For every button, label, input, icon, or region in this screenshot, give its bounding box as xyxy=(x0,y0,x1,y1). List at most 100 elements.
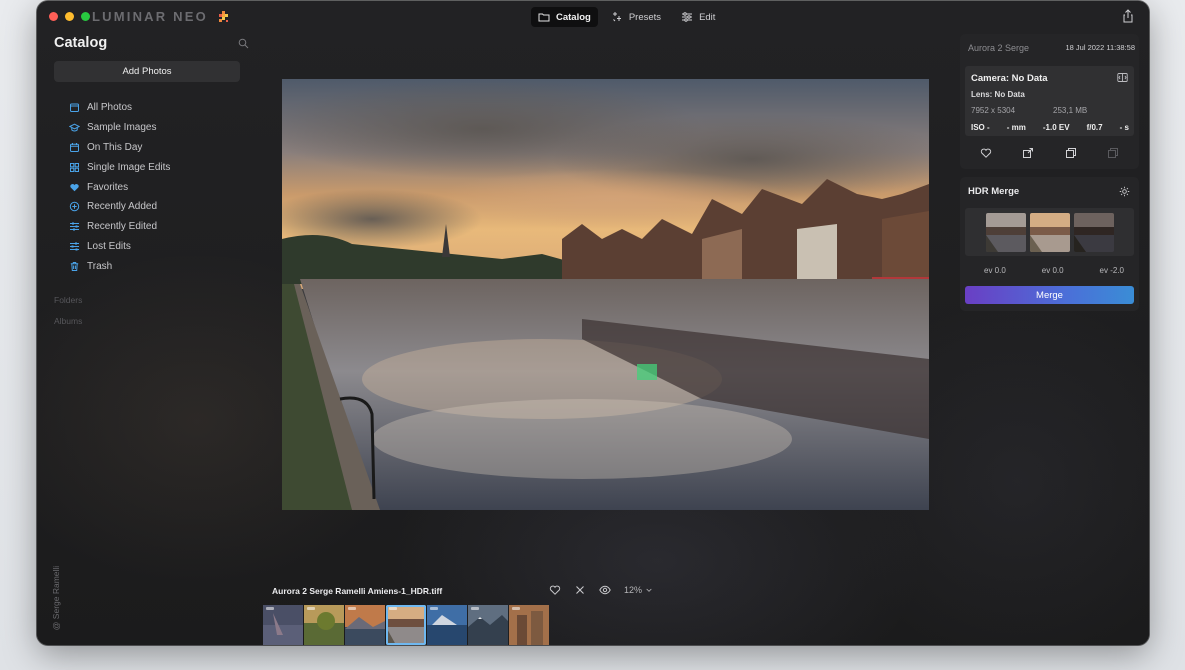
mode-tabs: Catalog Presets Edit xyxy=(531,7,722,27)
catalog-nav: All Photos Sample Images On This Day Sin… xyxy=(69,98,170,276)
export-icon[interactable] xyxy=(1022,147,1034,159)
heart-outline-icon[interactable] xyxy=(549,584,561,596)
sidebar-item-label: Recently Edited xyxy=(87,221,158,233)
gear-icon[interactable] xyxy=(1119,186,1130,197)
image-info-card: Aurora 2 Serge 18 Jul 2022 11:38:58 Came… xyxy=(960,34,1139,169)
reject-x-icon[interactable] xyxy=(574,584,586,596)
filmstrip xyxy=(263,605,549,645)
filmstrip-actions: 12% xyxy=(549,584,653,596)
info-header: Aurora 2 Serge 18 Jul 2022 11:38:58 xyxy=(968,43,1135,53)
heart-outline-icon[interactable] xyxy=(980,147,992,159)
info-actions xyxy=(965,147,1134,159)
close-window-button[interactable] xyxy=(49,12,58,21)
window-controls xyxy=(49,12,90,21)
sidebar-item-label: All Photos xyxy=(87,102,133,114)
graduation-cap-icon xyxy=(69,122,80,133)
chevron-down-icon xyxy=(646,588,652,592)
sliders-icon xyxy=(69,241,80,252)
sidebar-item-favorites[interactable]: Favorites xyxy=(69,177,170,197)
share-icon[interactable] xyxy=(1121,9,1135,23)
tab-catalog-label: Catalog xyxy=(556,11,591,23)
image-author: Aurora 2 Serge xyxy=(968,43,1030,53)
filmstrip-thumbnail[interactable] xyxy=(468,605,508,645)
main-photo-canvas[interactable] xyxy=(282,79,929,510)
hdr-bracket-thumbnails xyxy=(965,208,1134,256)
thumbnail-badge xyxy=(512,607,520,610)
sidebar-item-label: Recently Added xyxy=(87,201,158,213)
hdr-thumbnail[interactable] xyxy=(1073,212,1114,252)
filmstrip-thumbnail[interactable] xyxy=(304,605,344,645)
tab-edit-label: Edit xyxy=(699,11,716,23)
heart-icon xyxy=(69,182,80,193)
sidebar-item-label: Sample Images xyxy=(87,122,157,134)
hdr-thumbnail[interactable] xyxy=(1029,212,1070,252)
trash-icon xyxy=(69,261,80,272)
sliders-icon xyxy=(69,221,80,232)
app-name: LUMINAR NEO xyxy=(92,9,208,24)
thumbnail-badge xyxy=(307,607,315,610)
tab-presets-label: Presets xyxy=(628,11,662,23)
hdr-merge-card: HDR Merge ev 0.0 ev 0.0 ev -2.0 Merge xyxy=(960,177,1139,311)
duplicate-icon[interactable] xyxy=(1065,147,1077,159)
sidebar-item-trash[interactable]: Trash xyxy=(69,256,170,276)
sidebar-item-label: Single Image Edits xyxy=(87,161,171,173)
ev-value: ev -2.0 xyxy=(1099,266,1124,275)
sidebar-item-label: Favorites xyxy=(87,181,129,193)
minimize-window-button[interactable] xyxy=(65,12,74,21)
current-filename: Aurora 2 Serge Ramelli Amiens-1_HDR.tiff xyxy=(272,586,443,596)
photo-credit-text: @ Serge Ramelli xyxy=(51,565,61,631)
merge-button[interactable]: Merge xyxy=(965,286,1134,304)
ev-value: ev 0.0 xyxy=(984,266,1006,275)
app-window: LUMINAR NEO Catalog Presets Edit Catalog… xyxy=(37,1,1149,645)
sidebar-item-recently-edited[interactable]: Recently Edited xyxy=(69,217,170,237)
hdr-thumbnail[interactable] xyxy=(985,212,1026,252)
sidebar-item-sample-images[interactable]: Sample Images xyxy=(69,118,170,138)
sidebar-title: Catalog xyxy=(54,35,108,51)
photo-credit: @ Serge Ramelli xyxy=(46,553,66,643)
catalog-sidebar: Catalog Add Photos All Photos Sample Ima… xyxy=(37,33,252,645)
folder-icon xyxy=(538,13,550,22)
filmstrip-thumbnail[interactable] xyxy=(509,605,549,645)
eye-icon[interactable] xyxy=(599,584,611,596)
filmstrip-thumbnail[interactable] xyxy=(427,605,467,645)
plus-circle-icon xyxy=(69,201,80,212)
presets-sparkle-icon xyxy=(612,12,621,22)
app-logo: LUMINAR NEO xyxy=(92,9,230,24)
sidebar-item-all-photos[interactable]: All Photos xyxy=(69,98,170,118)
hdr-ev-values: ev 0.0 ev 0.0 ev -2.0 xyxy=(984,266,1124,275)
tab-presets[interactable]: Presets xyxy=(604,7,668,27)
filmstrip-thumbnail-selected[interactable] xyxy=(386,605,426,645)
thumbnail-badge xyxy=(266,607,274,610)
tab-edit[interactable]: Edit xyxy=(674,7,722,27)
filmstrip-thumbnail[interactable] xyxy=(263,605,303,645)
photos-icon xyxy=(69,102,80,113)
file-size: 253,1 MB xyxy=(1053,106,1088,115)
add-photos-button[interactable]: Add Photos xyxy=(54,61,240,82)
compare-icon[interactable] xyxy=(1117,72,1128,83)
zoom-dropdown[interactable]: 12% xyxy=(624,585,653,595)
filmstrip-thumbnail[interactable] xyxy=(345,605,385,645)
title-bar: LUMINAR NEO Catalog Presets Edit xyxy=(37,1,1149,33)
photo-image xyxy=(282,79,929,510)
exif-values: ISO - - mm -1.0 EV f/0.7 - s xyxy=(971,123,1129,132)
ev-value: ev 0.0 xyxy=(1041,266,1064,275)
search-icon[interactable] xyxy=(238,38,249,49)
maximize-window-button[interactable] xyxy=(81,12,90,21)
sliders-icon xyxy=(682,12,693,22)
calendar-icon xyxy=(69,142,80,153)
tab-catalog[interactable]: Catalog xyxy=(531,7,598,27)
exif-shutter: - s xyxy=(1119,123,1129,132)
image-resolution: 7952 x 5304 xyxy=(971,106,1016,115)
thumbnail-badge xyxy=(389,607,397,610)
camera-label: Camera: No Data xyxy=(971,73,1048,84)
sidebar-item-single-image-edits[interactable]: Single Image Edits xyxy=(69,157,170,177)
exif-aperture: f/0.7 xyxy=(1086,123,1103,132)
exif-exposure: -1.0 EV xyxy=(1042,123,1070,132)
sidebar-item-on-this-day[interactable]: On This Day xyxy=(69,138,170,158)
stack-icon[interactable] xyxy=(1107,147,1119,159)
folders-section-header[interactable]: Folders xyxy=(54,295,82,305)
sidebar-item-recently-added[interactable]: Recently Added xyxy=(69,197,170,217)
sidebar-item-lost-edits[interactable]: Lost Edits xyxy=(69,237,170,257)
exif-iso: ISO - xyxy=(971,123,990,132)
albums-section-header[interactable]: Albums xyxy=(54,316,82,326)
